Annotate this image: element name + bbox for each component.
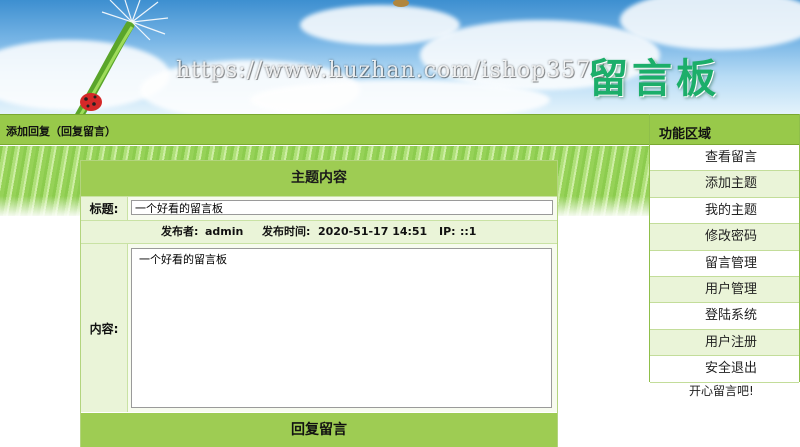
- sidebar-item-register[interactable]: 用户注册: [650, 329, 799, 357]
- sidebar-header: 功能区域: [650, 114, 799, 145]
- reply-section-title: 回复留言: [81, 413, 557, 447]
- page-title: 添加回复（回复留言）: [6, 125, 116, 138]
- panel-title: 主题内容: [81, 161, 557, 196]
- content-cell: 一个好看的留言板: [128, 244, 557, 412]
- sidebar: 功能区域 查看留言 添加主题 我的主题 修改密码 留言管理 用户管理 登陆系统 …: [649, 114, 800, 383]
- sidebar-footer-text: 开心留言吧!: [689, 384, 754, 398]
- sidebar-item-logout[interactable]: 安全退出: [650, 356, 799, 383]
- page-title-bar: 添加回复（回复留言）: [0, 114, 650, 145]
- sidebar-item-user-admin[interactable]: 用户管理: [650, 276, 799, 304]
- sidebar-item-message-admin[interactable]: 留言管理: [650, 250, 799, 277]
- meta-row: 发布者: admin 发布时间: 2020-51-17 14:51 IP: ::…: [81, 220, 557, 243]
- ip-value: ::1: [460, 225, 477, 238]
- author-value: admin: [205, 225, 244, 238]
- watermark-url: https://www.huzhan.com/ishop3572: [176, 58, 607, 83]
- sidebar-item-change-password[interactable]: 修改密码: [650, 224, 799, 251]
- author-label: 发布者:: [161, 225, 199, 238]
- site-logo: 留言板: [588, 56, 720, 102]
- content-textarea[interactable]: 一个好看的留言板: [131, 248, 552, 408]
- ip-label: IP:: [439, 225, 456, 238]
- title-label: 标题:: [81, 197, 128, 220]
- publish-time-value: 2020-51-17 14:51: [318, 225, 428, 238]
- sidebar-item-view-messages[interactable]: 查看留言: [650, 145, 799, 172]
- title-cell: [128, 197, 557, 220]
- sidebar-item-add-topic[interactable]: 添加主题: [650, 171, 799, 198]
- sidebar-item-login[interactable]: 登陆系统: [650, 303, 799, 330]
- content-label: 内容:: [81, 244, 128, 412]
- publish-time-label: 发布时间:: [262, 225, 311, 238]
- topic-panel: 主题内容 标题: 发布者: admin 发布时间: 2020-51-17 14:…: [80, 160, 558, 447]
- content-row: 内容: 一个好看的留言板: [81, 243, 557, 412]
- title-input[interactable]: [131, 200, 553, 215]
- sidebar-item-my-topics[interactable]: 我的主题: [650, 197, 799, 225]
- header-banner: https://www.huzhan.com/ishop3572 留言板: [0, 0, 800, 118]
- title-row: 标题:: [81, 196, 557, 220]
